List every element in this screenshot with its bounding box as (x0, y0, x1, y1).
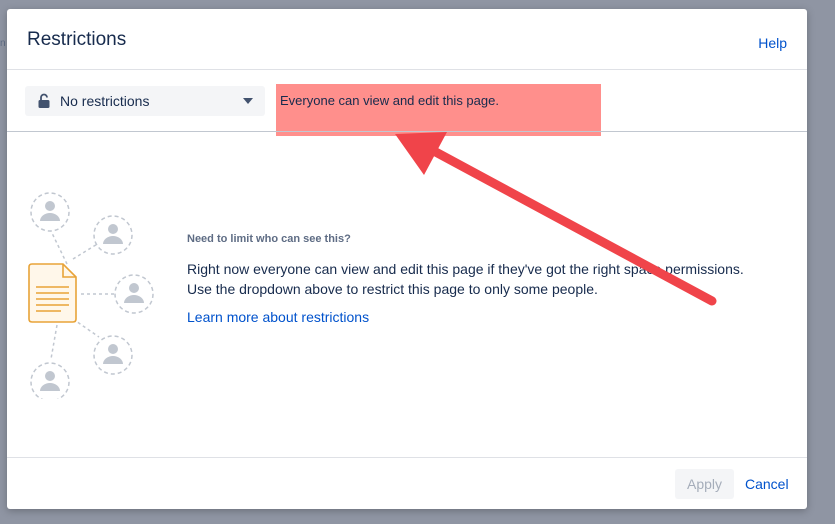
person-icon (30, 192, 70, 232)
person-icon (114, 274, 154, 314)
document-icon (28, 263, 77, 323)
apply-button[interactable]: Apply (675, 469, 734, 499)
header-divider (7, 69, 807, 70)
person-icon (93, 215, 133, 255)
help-link[interactable]: Help (758, 35, 787, 51)
info-line-1: Right now everyone can view and edit thi… (187, 261, 744, 277)
chevron-down-icon (243, 98, 253, 104)
background-text-fragment: n (0, 38, 6, 49)
dropdown-value: No restrictions (60, 93, 150, 109)
toolbar-divider (7, 131, 807, 132)
restrictions-dropdown[interactable]: No restrictions (25, 86, 265, 116)
dialog-title: Restrictions (27, 29, 127, 50)
info-line-2: Use the dropdown above to restrict this … (187, 281, 598, 297)
info-panel: Need to limit who can see this? Right no… (187, 233, 787, 327)
sharing-illustration (28, 192, 154, 399)
cancel-button[interactable]: Cancel (745, 476, 789, 492)
restrictions-dialog: Restrictions Help No restrictions Everyo… (7, 9, 807, 509)
status-highlight: Everyone can view and edit this page. (276, 84, 601, 136)
unlock-icon (38, 93, 50, 108)
learn-more-link[interactable]: Learn more about restrictions (187, 309, 369, 325)
status-text: Everyone can view and edit this page. (280, 93, 499, 108)
footer-divider (7, 457, 807, 458)
info-heading: Need to limit who can see this? (187, 233, 351, 245)
person-icon (30, 362, 70, 399)
person-icon (93, 335, 133, 375)
